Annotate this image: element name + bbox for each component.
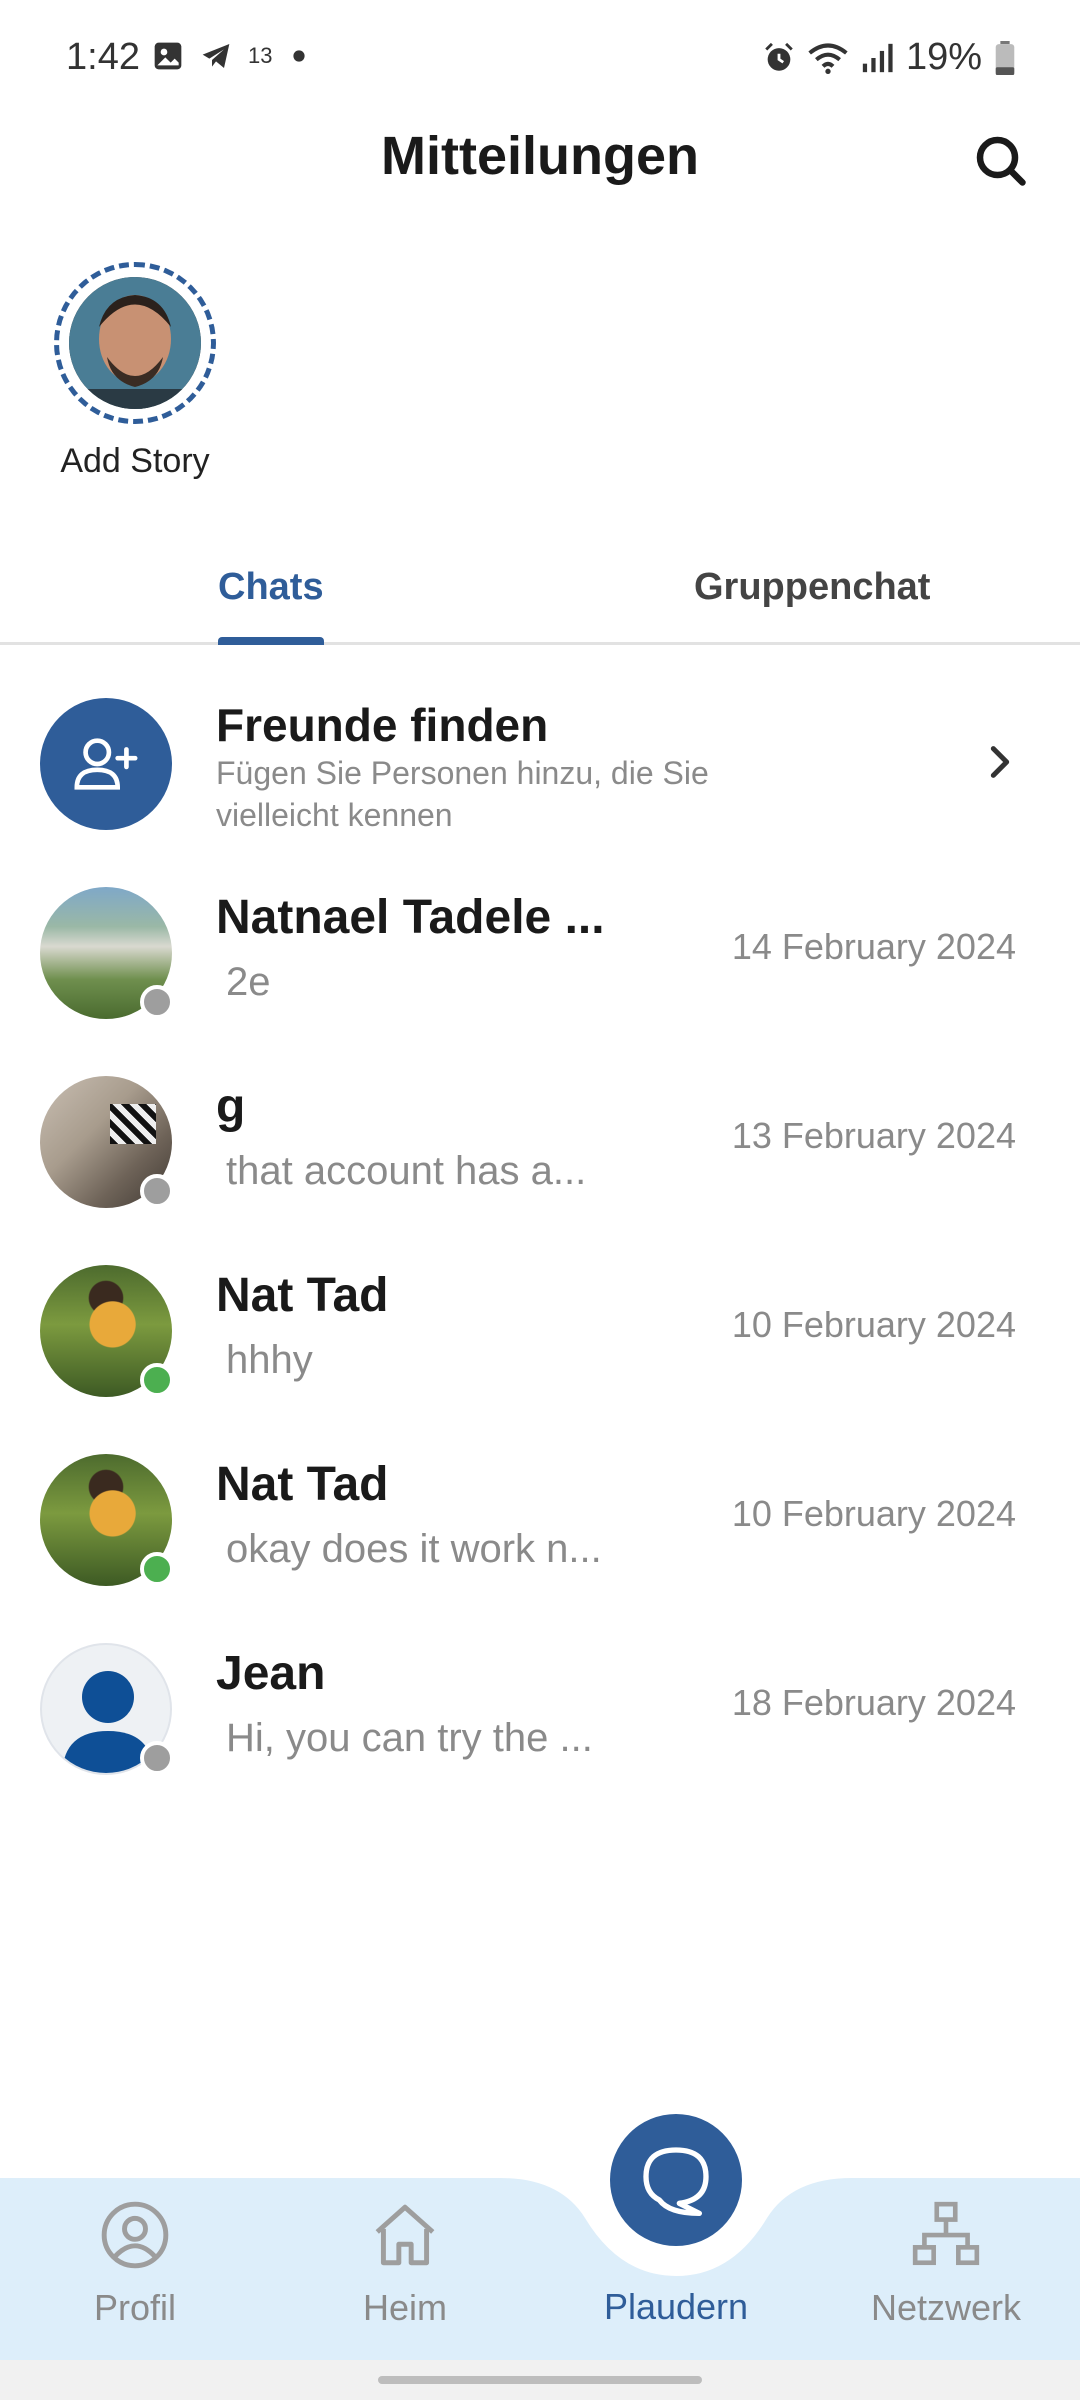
nav-plaudern[interactable]: Plaudern	[576, 2286, 776, 2328]
chat-bubble-icon	[643, 2147, 709, 2216]
chat-name: Natnael Tadele ...	[216, 891, 605, 944]
chat-last-message: okay does it work n...	[226, 1527, 602, 1571]
add-person-icon	[40, 698, 172, 830]
chevron-right-icon	[990, 746, 1010, 778]
presence-dot	[140, 1363, 174, 1397]
chat-row[interactable]: Jean Hi, you can try the ... 18 February…	[0, 1636, 1080, 1825]
chat-last-message: hhhy	[226, 1338, 313, 1382]
tab-chats[interactable]: Chats	[218, 530, 324, 645]
alarm-icon	[765, 42, 793, 71]
battery-percent: 19%	[905, 36, 982, 78]
chat-name: g	[216, 1080, 246, 1133]
story-avatar	[69, 277, 201, 409]
presence-dot	[140, 1174, 174, 1208]
notification-badge: 13	[248, 43, 273, 68]
chat-row[interactable]: Nat Tad okay does it work n... 10 Februa…	[0, 1447, 1080, 1636]
chat-last-message: that account has a...	[226, 1149, 587, 1193]
nav-label: Profil	[93, 2287, 177, 2328]
status-notification-icons: 13	[152, 40, 306, 72]
nav-label: Heim	[362, 2287, 447, 2328]
dot-icon	[293, 50, 305, 62]
gallery-icon	[154, 42, 182, 70]
nav-heim[interactable]: Heim	[305, 2198, 505, 2329]
telegram-icon	[202, 44, 230, 68]
chat-row[interactable]: Natnael Tadele ... 2e 14 February 2024	[0, 880, 1080, 1069]
find-friends-subtitle: Fügen Sie Personen hinzu, die Sie vielle…	[216, 755, 709, 833]
presence-dot	[140, 985, 174, 1019]
chat-row[interactable]: Nat Tad hhhy 10 February 2024	[0, 1258, 1080, 1447]
chat-name: Nat Tad	[216, 1269, 389, 1322]
chat-name: Nat Tad	[216, 1458, 389, 1511]
chat-date: 18 February 2024	[731, 1682, 1016, 1723]
presence-dot	[140, 1741, 174, 1775]
find-friends-row[interactable]: Freunde finden Fügen Sie Personen hinzu,…	[40, 690, 1040, 840]
tab-gruppenchat[interactable]: Gruppenchat	[694, 530, 930, 645]
nav-label: Plaudern	[603, 2286, 749, 2327]
chat-date: 13 February 2024	[731, 1115, 1016, 1156]
profile-icon	[101, 2201, 169, 2269]
story-ring	[54, 262, 216, 424]
chat-row[interactable]: g that account has a... 13 February 2024	[0, 1069, 1080, 1258]
status-system-icons: 19%	[762, 36, 1016, 79]
chat-list: Natnael Tadele ... 2e 14 February 2024 g…	[0, 880, 1080, 1825]
chat-date: 14 February 2024	[731, 926, 1016, 967]
presence-dot	[140, 1552, 174, 1586]
chat-date: 10 February 2024	[731, 1304, 1016, 1345]
battery-icon	[995, 40, 1015, 75]
bottom-nav: Profil Heim Plaudern Netzwerk	[0, 2114, 1080, 2360]
search-icon	[976, 136, 1026, 186]
status-time: 1:42	[66, 36, 140, 78]
nav-profil[interactable]: Profil	[35, 2198, 235, 2329]
nav-label: Netzwerk	[870, 2287, 1022, 2328]
signal-icon	[862, 43, 893, 72]
add-story[interactable]: Add Story	[40, 262, 230, 481]
active-tab-indicator	[218, 637, 324, 645]
nav-netzwerk[interactable]: Netzwerk	[846, 2198, 1046, 2329]
home-indicator[interactable]	[378, 2376, 702, 2384]
network-icon	[912, 2201, 980, 2266]
chat-last-message: Hi, you can try the ...	[226, 1716, 593, 1760]
add-story-label: Add Story	[60, 442, 210, 480]
find-friends-title: Freunde finden	[216, 699, 549, 751]
chat-tabs: Chats Gruppenchat	[0, 530, 1080, 645]
search-button[interactable]	[970, 130, 1030, 190]
chat-last-message: 2e	[226, 960, 271, 1004]
nav-plaudern-fab[interactable]	[610, 2114, 742, 2246]
wifi-icon	[808, 43, 848, 74]
chat-date: 10 February 2024	[731, 1493, 1016, 1534]
status-bar: 1:42 13 19%	[0, 0, 1080, 120]
chat-name: Jean	[216, 1647, 326, 1700]
home-icon	[375, 2204, 435, 2266]
page-title: Mitteilungen	[381, 126, 699, 186]
